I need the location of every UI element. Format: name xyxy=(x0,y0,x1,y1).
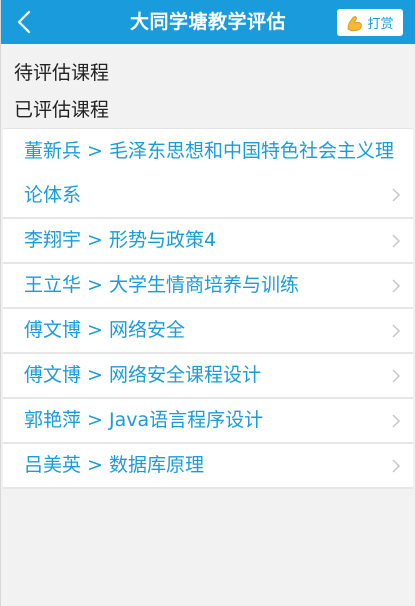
course-item[interactable]: 董新兵 > 毛泽东思想和中国特色社会主义理论体系 xyxy=(3,129,413,219)
course-item-label: 董新兵 > 毛泽东思想和中国特色社会主义理论体系 xyxy=(24,140,395,206)
chevron-right-icon xyxy=(392,234,401,248)
course-item-label: 傅文博 > 网络安全课程设计 xyxy=(24,364,261,386)
course-item-label: 李翔宇 > 形势与政策4 xyxy=(24,229,217,251)
chevron-right-icon xyxy=(392,414,401,428)
course-item-label: 傅文博 > 网络安全 xyxy=(24,319,185,341)
course-item-label: 吕美英 > 数据库原理 xyxy=(24,454,204,476)
course-item[interactable]: 傅文博 > 网络安全 xyxy=(3,309,413,354)
course-item[interactable]: 傅文博 > 网络安全课程设计 xyxy=(3,354,413,399)
course-item-label: 郭艳萍 > Java语言程序设计 xyxy=(24,409,264,431)
course-item-label: 王立华 > 大学生情商培养与训练 xyxy=(24,274,299,296)
reward-button[interactable]: 打赏 xyxy=(337,9,403,36)
course-item[interactable]: 李翔宇 > 形势与政策4 xyxy=(3,219,413,264)
evaluated-course-list: 董新兵 > 毛泽东思想和中国特色社会主义理论体系 李翔宇 > 形势与政策4 王立… xyxy=(3,128,413,489)
course-item[interactable]: 王立华 > 大学生情商培养与训练 xyxy=(3,264,413,309)
chevron-right-icon xyxy=(392,369,401,383)
chevron-right-icon xyxy=(392,324,401,338)
app-header: 大同学塘教学评估 打赏 xyxy=(1,0,415,44)
chevron-right-icon xyxy=(392,459,401,473)
course-item[interactable]: 吕美英 > 数据库原理 xyxy=(3,444,413,489)
course-item[interactable]: 郭艳萍 > Java语言程序设计 xyxy=(3,399,413,444)
flexed-biceps-icon xyxy=(348,15,363,31)
pending-courses-link[interactable]: 待评估课程 xyxy=(14,58,109,85)
evaluated-courses-link[interactable]: 已评估课程 xyxy=(14,95,109,122)
chevron-right-icon xyxy=(392,279,401,293)
reward-label: 打赏 xyxy=(367,17,394,32)
chevron-right-icon xyxy=(392,188,401,202)
